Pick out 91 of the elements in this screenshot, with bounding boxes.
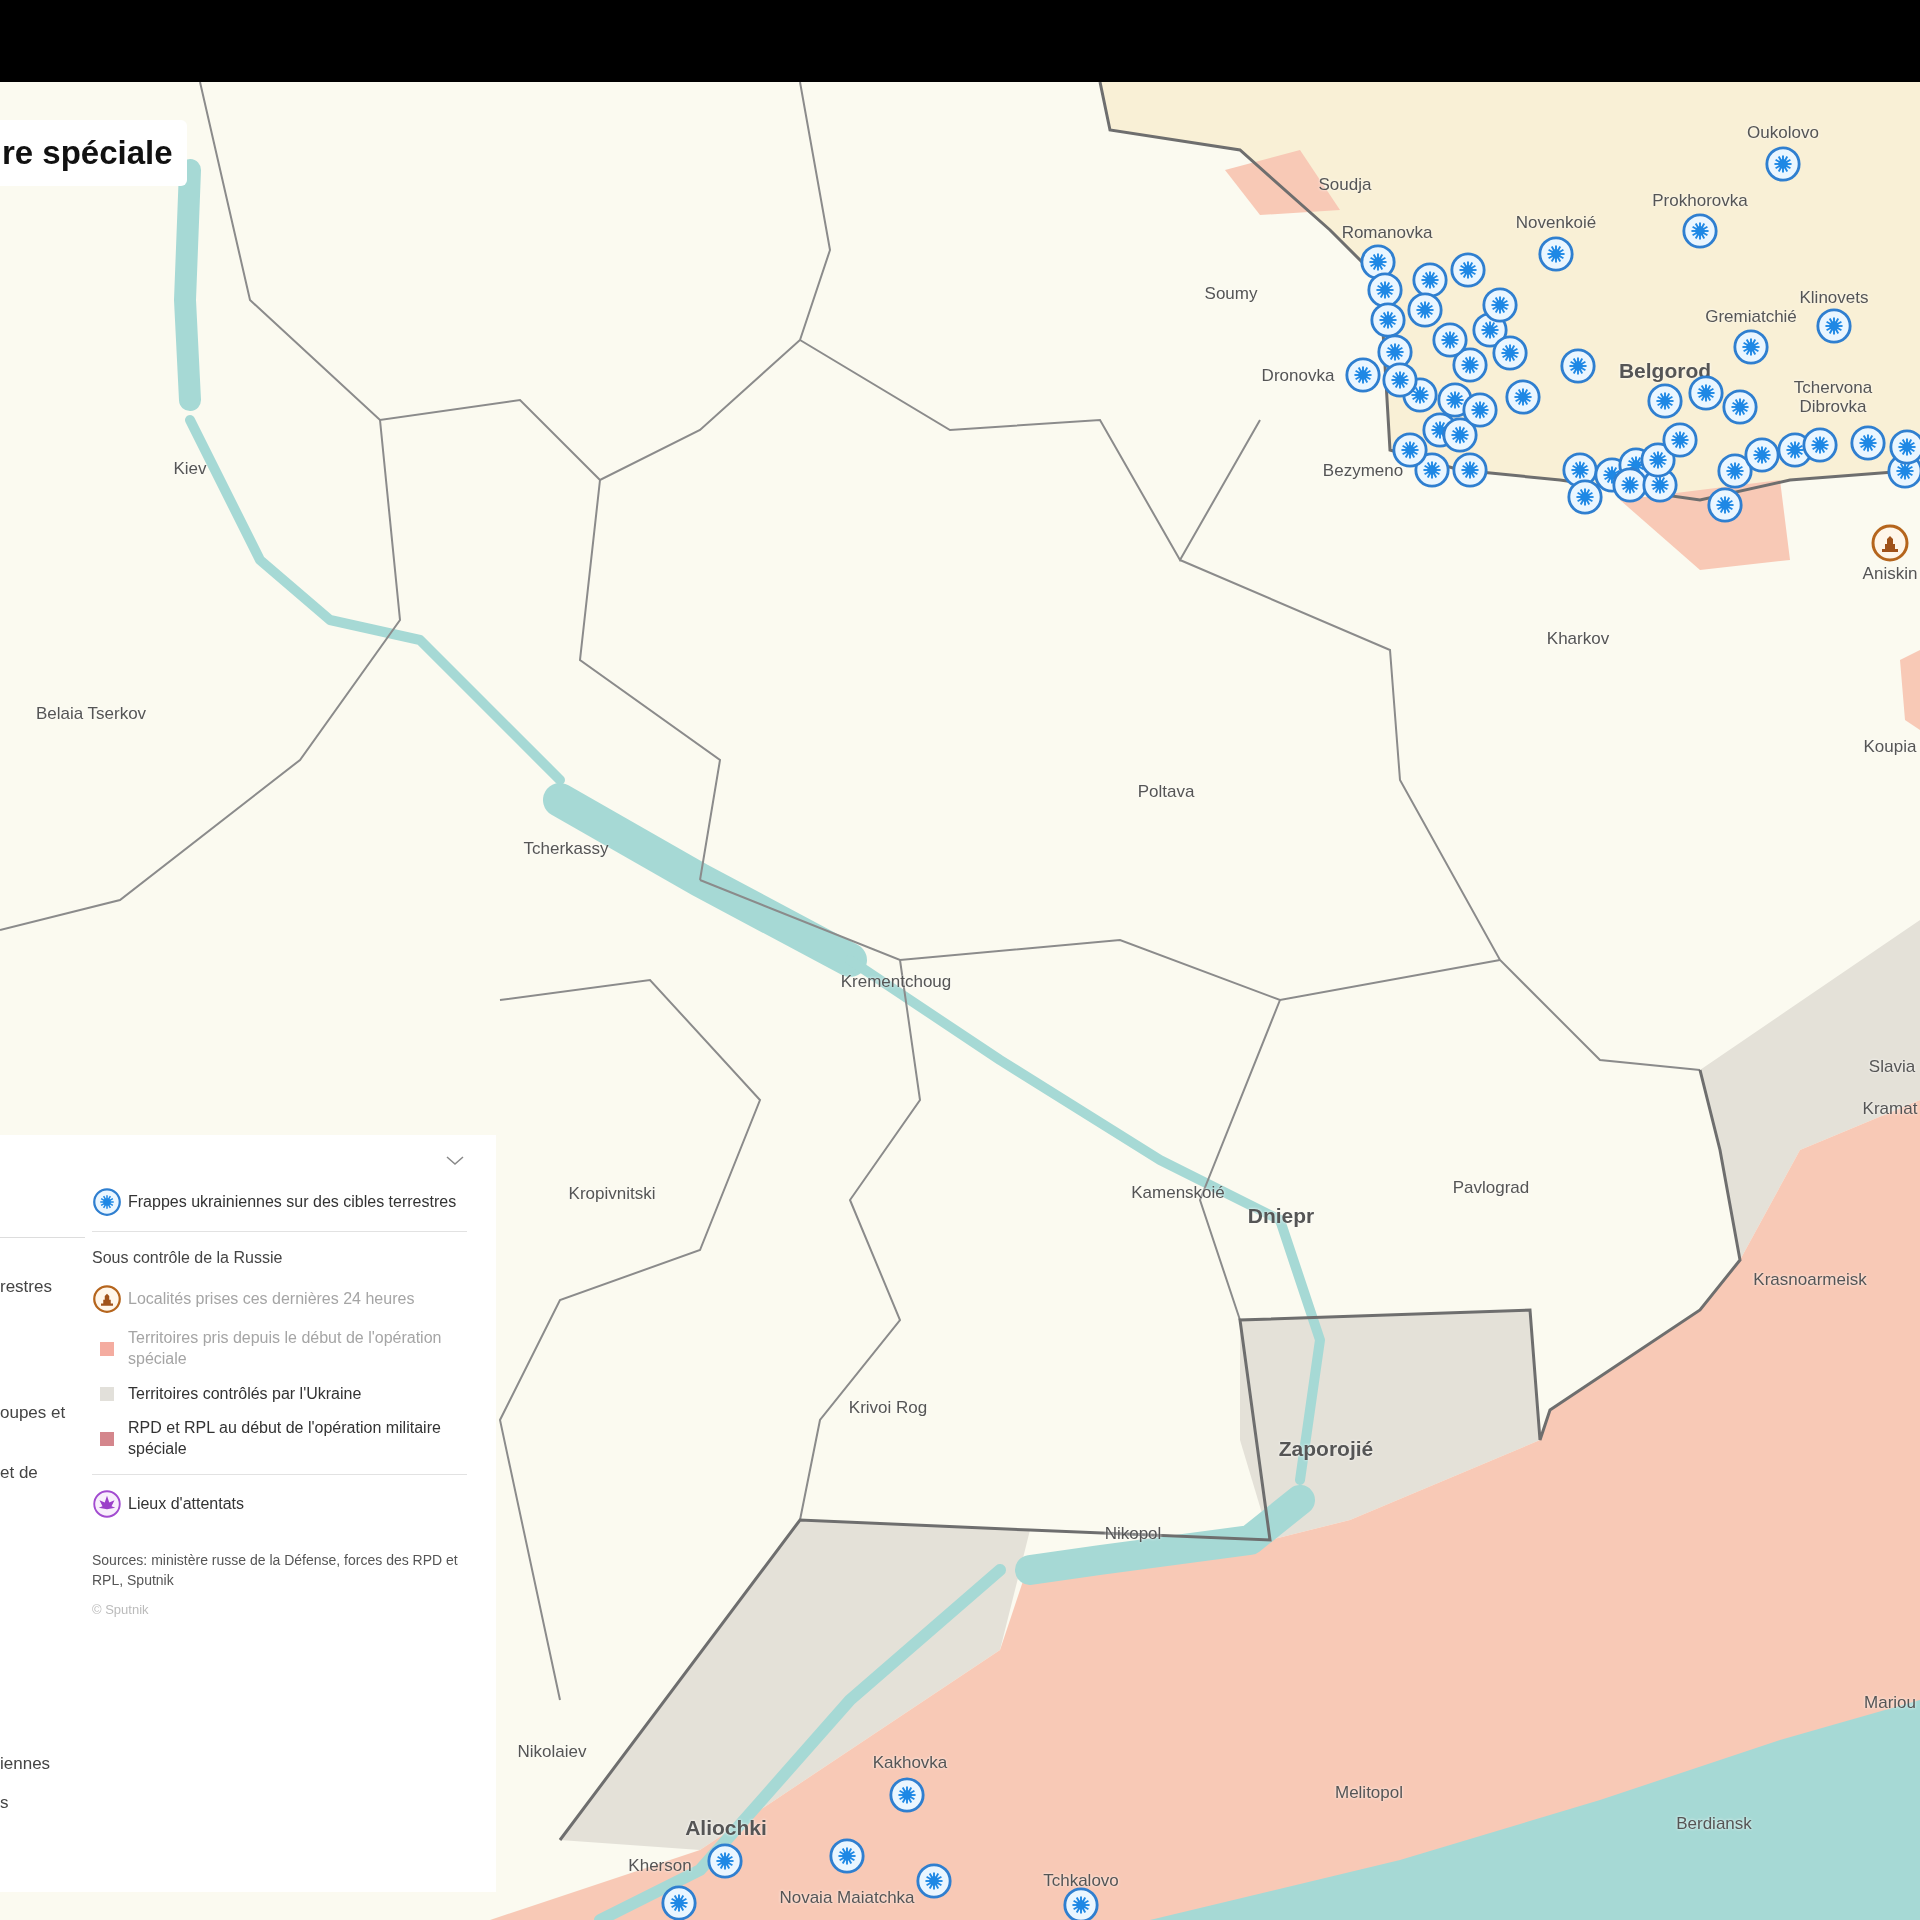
place-label: Kakhovka [872,1753,948,1773]
place-label: Belaia Tserkov [35,704,147,724]
place-label: Soumy [1204,284,1258,304]
place-label: Kiev [173,459,207,479]
legend-text-fragment: oupes et [0,1402,66,1424]
place-label: Aliochki [685,1816,767,1840]
place-label: Poltava [1137,782,1195,802]
place-label: Pavlograd [1452,1178,1530,1198]
legend-item[interactable]: Frappes ukrainiennes sur des cibles terrestres [92,1187,467,1217]
place-label: Novaia Maiatchka [779,1888,915,1908]
place-label: Dniepr [1247,1204,1315,1228]
strike-marker-icon [1801,426,1839,464]
place-label: Romanovka [1341,223,1433,243]
strike-marker-icon [1849,424,1887,462]
legend-label: Localités prises ces dernières 24 heures [128,1288,415,1309]
place-label: Slavia [1868,1057,1916,1077]
legend-text-fragment: s [0,1792,9,1814]
place-label: Nikolaiev [517,1742,587,1762]
place-label: Koupia [1863,737,1917,757]
map-title: re spéciale [2,133,173,174]
strike-marker-icon [1381,361,1419,399]
strike-marker-icon [1537,235,1575,273]
strike-marker-icon [706,1842,744,1880]
place-label: Kharkov [1546,629,1610,649]
legend-label: Frappes ukrainiennes sur des cibles terrestres [128,1191,457,1212]
legend-text-fragment: restres [0,1276,52,1298]
strike-marker-icon [1344,356,1382,394]
strike-marker-icon [1406,291,1444,329]
place-label: Soudja [1318,175,1372,195]
strike-marker-icon [1743,436,1781,474]
strike-marker-icon [1369,301,1407,339]
strike-marker-icon [1764,145,1802,183]
place-label: Krasnoarmeisk [1753,1270,1867,1290]
legend-heading: Sous contrôle de la Russie [92,1248,284,1268]
place-label: Bezymeno [1322,461,1404,481]
place-label: Tcherkassy [523,839,609,859]
strike-marker-icon [888,1776,926,1814]
strike-marker-icon [1559,347,1597,385]
legend-item[interactable]: RPD et RPL au début de l'opération militaire spéciale [92,1418,467,1460]
place-label: Belgorod [1618,359,1712,383]
strike-marker-icon [92,1187,122,1217]
place-label: Gremiatchié [1705,307,1797,327]
legend-item[interactable]: Territoires contrôlés par l'Ukraine [92,1383,467,1405]
place-label: Mariou [1864,1693,1916,1713]
copyright-text: © Sputnik [92,1601,150,1620]
strike-marker-icon [1062,1886,1100,1920]
strike-marker-icon [1566,478,1604,516]
attack-site-icon [92,1489,122,1519]
place-label: Krivoi Rog [848,1398,928,1418]
strike-marker-icon [1681,212,1719,250]
captured-locality-icon [1870,523,1910,563]
strike-marker-icon [1504,378,1542,416]
strike-marker-icon [1721,388,1759,426]
place-label: Kherson [628,1856,692,1876]
place-label: Aniskin [1862,564,1918,584]
place-label: Dronovka [1261,366,1335,386]
strike-marker-icon [1491,334,1529,372]
sources-text: Sources: ministère russe de la Défense, forces des RPD et RPL, Sputnik [92,1551,459,1590]
legend-label: Territoires pris depuis le début de l'opération spéciale [128,1328,443,1369]
place-label: Tchervona Dibrovka [1792,379,1874,417]
place-label: Zaporojié [1278,1437,1374,1461]
strike-marker-icon [1646,382,1684,420]
captured-locality-icon [92,1284,122,1314]
legend-text-fragment: iennes [0,1753,51,1775]
place-label: Berdiansk [1676,1814,1752,1834]
place-label: Melitopol [1335,1783,1403,1803]
strike-marker-icon [1461,391,1499,429]
legend-text-fragment: et de [0,1462,38,1484]
strike-marker-icon [1661,421,1699,459]
strike-marker-icon [1431,321,1469,359]
strike-marker-icon [915,1862,953,1900]
place-label: Kropivnitski [568,1184,656,1204]
strike-marker-icon [1449,251,1487,289]
place-label: Klinovets [1799,288,1869,308]
strike-marker-icon [1888,428,1920,466]
strike-marker-icon [828,1837,866,1875]
place-label: Oukolovo [1747,123,1819,143]
legend-item[interactable]: Lieux d'attentats [92,1489,467,1519]
strike-marker-icon [660,1884,698,1920]
strike-marker-icon [1706,486,1744,524]
legend-label: Lieux d'attentats [128,1493,245,1514]
strike-marker-icon [1481,286,1519,324]
legend-label: RPD et RPL au début de l'opération militaire spéciale [128,1418,442,1460]
legend-label: Territoires contrôlés par l'Ukraine [128,1383,362,1404]
place-label: Novenkoié [1515,213,1597,233]
strike-marker-icon [1815,307,1853,345]
strike-marker-icon [1732,328,1770,366]
place-label: Kramat [1862,1099,1918,1119]
strike-marker-icon [1451,451,1489,489]
place-label: Tchkalovo [1043,1871,1119,1891]
place-label: Prokhorovka [1652,191,1748,211]
